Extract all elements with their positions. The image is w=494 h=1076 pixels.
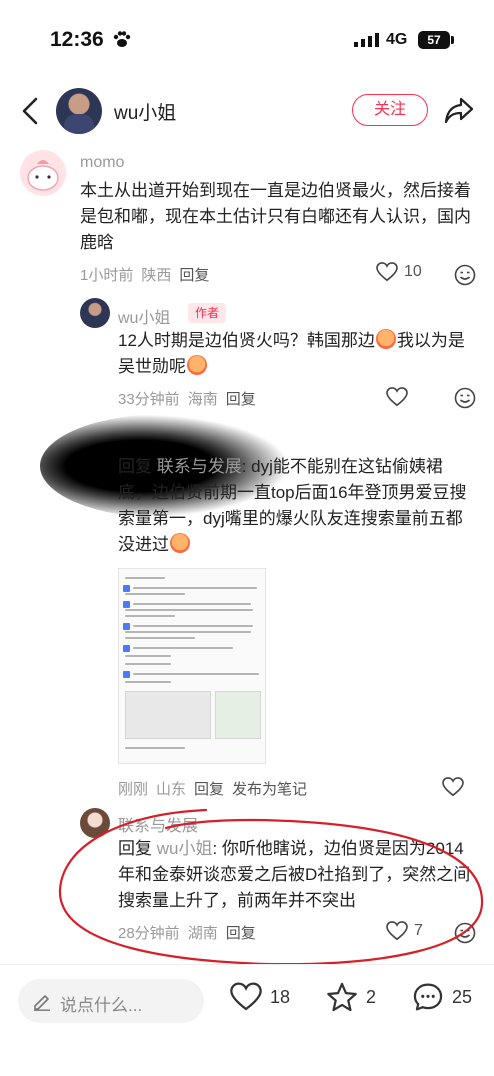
sticker-icon[interactable] <box>454 387 476 409</box>
avatar[interactable] <box>20 150 66 196</box>
author-name[interactable]: wu小姐 <box>114 98 176 125</box>
comment-time: 1小时前 <box>80 267 134 284</box>
comment-input-placeholder: 说点什么... <box>60 996 143 1015</box>
comment-author[interactable]: wu小姐 <box>118 304 170 328</box>
comment-author[interactable]: 联系与发展 <box>118 812 198 836</box>
comment-time: 28分钟前 <box>118 925 180 942</box>
pen-icon <box>34 995 50 1011</box>
bottom-bar: 说点什么... 18 2 25 <box>0 964 494 1076</box>
comment-text: 本土从出道开始到现在一直是边伯贤最火，然后接着是包和嘟，现在本土估计只有白嘟还有… <box>80 181 471 252</box>
avatar[interactable] <box>80 808 110 838</box>
comment-text: 12人时期是边伯贤火吗？韩国那边 我以为是吴世勋呢 <box>118 328 476 380</box>
comment-meta: 1小时前 陕西 回复 <box>80 264 217 285</box>
back-icon[interactable] <box>18 96 42 126</box>
note-header: wu小姐 关注 <box>0 84 494 138</box>
follow-button[interactable]: 关注 <box>352 94 428 126</box>
sticker-icon[interactable] <box>454 264 476 286</box>
heart-icon <box>230 982 262 1011</box>
sticker-icon[interactable] <box>454 922 476 944</box>
comment-location: 湖南 <box>187 925 218 942</box>
author-avatar[interactable] <box>56 88 102 134</box>
comment-time: 刚刚 <box>118 781 149 798</box>
reply-target[interactable]: wu小姐 <box>157 839 213 858</box>
comment-time: 33分钟前 <box>118 391 180 408</box>
comment-input[interactable]: 说点什么... <box>18 979 204 1023</box>
avatar[interactable] <box>80 298 110 328</box>
status-time: 12:36 <box>50 28 104 51</box>
heart-icon <box>386 921 408 941</box>
comment-location: 山东 <box>156 781 187 798</box>
reply-target[interactable]: 联系与发展 <box>157 457 242 476</box>
crying-emoji <box>170 533 190 553</box>
comment-image[interactable] <box>118 568 266 764</box>
like-count: 10 <box>404 263 422 280</box>
like-count: 7 <box>414 922 423 939</box>
comment-meta: 33分钟前 海南 回复 <box>118 388 264 409</box>
heart-icon <box>376 262 398 282</box>
like-button[interactable]: 18 <box>230 982 290 1012</box>
comment-like-button[interactable]: 10 <box>376 262 422 282</box>
comment-count: 25 <box>452 986 473 1007</box>
status-bar: 12:36 4G 57 <box>0 0 494 84</box>
network-type: 4G <box>386 31 408 48</box>
comment-location: 海南 <box>187 391 218 408</box>
battery-level: 57 <box>418 31 450 49</box>
comment-author[interactable]: momo <box>80 154 124 172</box>
reply-button[interactable]: 回复 <box>226 925 256 942</box>
reply-button[interactable]: 回复 <box>194 781 224 798</box>
publish-as-note-button[interactable]: 发布为笔记 <box>232 781 307 798</box>
comment-location: 陕西 <box>141 267 172 284</box>
like-count: 18 <box>270 986 291 1007</box>
comment-meta: 刚刚 山东 回复 发布为笔记 <box>118 778 315 799</box>
star-icon <box>327 982 357 1012</box>
share-icon[interactable] <box>444 96 474 124</box>
reply-button[interactable]: 回复 <box>226 391 256 408</box>
signal-icon <box>354 33 379 47</box>
heart-icon[interactable] <box>386 387 408 407</box>
reply-prefix: 回复 <box>118 839 152 858</box>
heart-icon[interactable] <box>442 777 464 797</box>
favorite-button[interactable]: 2 <box>326 982 376 1012</box>
reply-prefix: 回复 <box>118 457 152 476</box>
comment-text: 回复 联系与发展: dyj能不能别在这钻偷姨裙底，边伯贤前期一直top后面16年… <box>118 454 476 558</box>
battery-tip <box>451 36 454 44</box>
comment-button[interactable]: 25 <box>412 982 472 1012</box>
author-tag: 作者 <box>188 303 226 323</box>
crying-emoji <box>187 355 207 375</box>
comment-meta: 28分钟前 湖南 回复 <box>118 922 264 943</box>
crying-emoji <box>375 329 396 349</box>
comment-text: 回复 wu小姐: 你听他瞎说，边伯贤是因为2014年和金泰妍谈恋爱之后被D社掐到… <box>118 836 476 914</box>
favorite-count: 2 <box>366 986 377 1007</box>
comment-like-button[interactable]: 7 <box>386 921 423 941</box>
paw-icon <box>113 31 131 47</box>
comment-text-part: 12人时期是边伯贤火吗？韩国那边 <box>118 331 375 350</box>
comment-icon <box>413 983 443 1011</box>
reply-button[interactable]: 回复 <box>179 267 209 284</box>
